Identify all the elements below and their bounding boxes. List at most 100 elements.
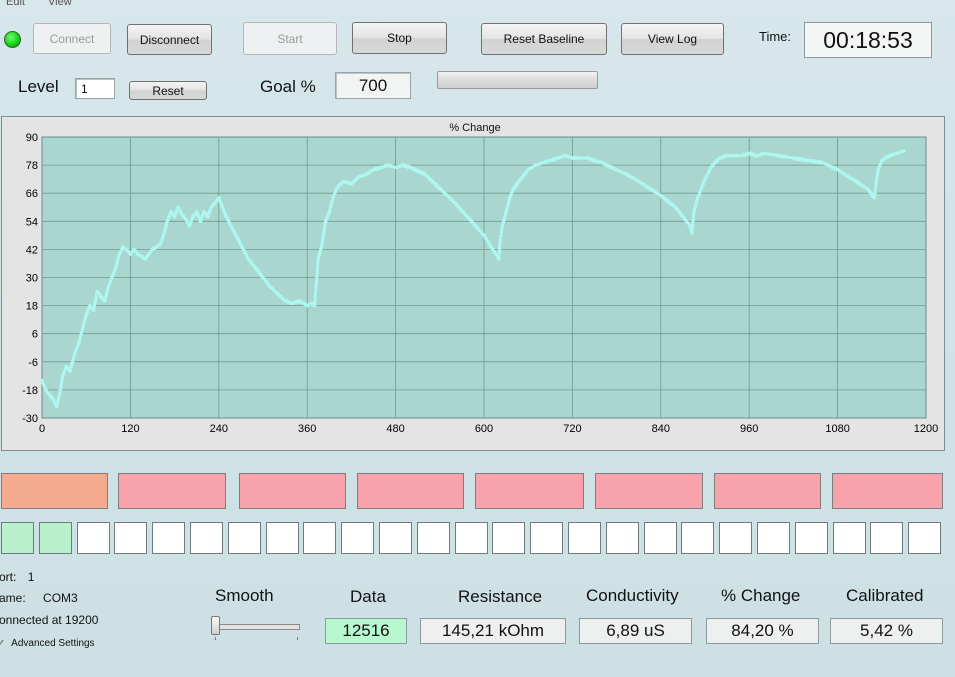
trace-dot [114,264,119,268]
status-cell [870,522,903,554]
trace-dot [501,220,506,224]
x-tick-label: 1080 [825,423,849,435]
time-label: Time: [759,29,792,44]
y-axis-labels: 90 78 66 54 42 30 18 6 -6 -18 -30 [22,132,38,425]
trace-dot [207,211,211,215]
chart-svg: % Change 90 78 66 54 42 30 18 6 -6 -18 -30 0 120 240… [22,122,938,435]
advanced-settings-checkbox-icon[interactable]: ✓ [0,638,5,649]
trace-dot [500,228,504,232]
trace-dot [71,360,75,364]
trace-dot [701,182,705,186]
menu-view[interactable]: View [48,0,72,8]
y-tick-label: 18 [26,301,38,313]
slider-tick [297,637,298,640]
view-log-button[interactable]: View Log [621,23,724,55]
trace-dot [52,398,56,402]
trace-dot [70,363,74,367]
trace-dot [691,223,695,227]
name-value: COM3 [43,591,78,605]
status-cell [833,522,866,554]
status-cell [39,522,72,554]
trace-dot [174,211,178,215]
y-tick-label: 90 [26,132,38,144]
connect-button[interactable]: Connect [33,23,111,54]
connection-status-led [4,31,21,48]
trace-dot [163,228,167,233]
trace-dot [497,256,501,260]
percent-change-label: % Change [721,586,801,605]
port-info: ort: 1 [0,570,34,584]
conductivity-label: Conductivity [586,586,679,605]
slider-tick [215,637,216,640]
trace-dot [164,223,169,227]
menu-edit[interactable]: Edit [6,0,25,8]
trace-dot [499,231,504,235]
x-tick-label: 960 [740,423,758,435]
status-cell [681,522,714,554]
goal-progress-bar [437,71,598,89]
smooth-slider-thumb[interactable] [211,616,220,635]
data-point [902,149,906,153]
name-info: ame: COM3 [0,591,78,605]
x-tick-label: 600 [475,423,493,435]
indicator-box [357,473,464,509]
trace-dot [700,185,704,189]
trace-dot [266,282,271,286]
trace-dot [82,322,86,326]
y-tick-label: 42 [26,244,38,256]
trace-dot [221,206,225,210]
y-tick-label: 30 [26,273,38,285]
trace-dot [693,205,698,209]
reset-baseline-button[interactable]: Reset Baseline [481,23,607,55]
status-cell [303,522,336,554]
trace-dot [499,234,503,238]
trace-dot [56,399,60,403]
status-cell [606,522,639,554]
trace-dot [313,300,317,304]
trace-dot [119,250,123,254]
goal-input[interactable]: 700 [335,72,411,99]
port-value: 1 [27,570,35,584]
trace-dot [690,229,694,233]
x-tick-label: 240 [210,423,228,435]
status-cell [266,522,299,554]
trace-dot [164,226,168,230]
y-tick-label: 78 [26,160,38,172]
chart-title: % Change [449,122,500,134]
level-input[interactable]: 1 [75,78,115,99]
name-label: ame: [0,591,26,605]
calibrated-label: Calibrated [846,586,924,605]
trace-dot [502,218,506,222]
trace-dot [498,237,503,241]
x-tick-label: 120 [121,423,139,435]
start-button[interactable]: Start [243,22,337,55]
trace-dot [695,199,699,204]
indicator-box [475,473,584,509]
disconnect-button[interactable]: Disconnect [127,24,212,55]
trace-dot [81,325,85,329]
indicator-box [118,473,226,509]
status-cell [341,522,374,554]
trace-dot [61,373,65,377]
trace-dot [877,167,881,171]
x-tick-label: 0 [39,423,45,435]
trace-dot [330,199,334,204]
smooth-slider-track[interactable] [212,624,300,630]
trace-dot [57,396,61,400]
status-cell [1,522,34,554]
indicator-box [714,473,821,509]
resistance-value: 145,21 kOhm [420,618,566,644]
level-reset-button[interactable]: Reset [129,81,207,100]
advanced-settings-label[interactable]: Advanced Settings [11,638,94,649]
trace-dot [315,278,319,282]
advanced-settings[interactable]: ✓ Advanced Settings [0,638,95,649]
trace-dot [315,266,320,270]
trace-dot [173,214,177,218]
x-tick-label: 840 [652,423,670,435]
status-cell [530,522,563,554]
x-axis-labels: 0 120 240 360 480 600 720 840 960 1080 1200 [39,423,938,435]
elapsed-time-display: 00:18:53 [804,22,932,58]
status-cell [757,522,790,554]
smooth-label: Smooth [215,586,274,605]
stop-button[interactable]: Stop [352,22,447,54]
